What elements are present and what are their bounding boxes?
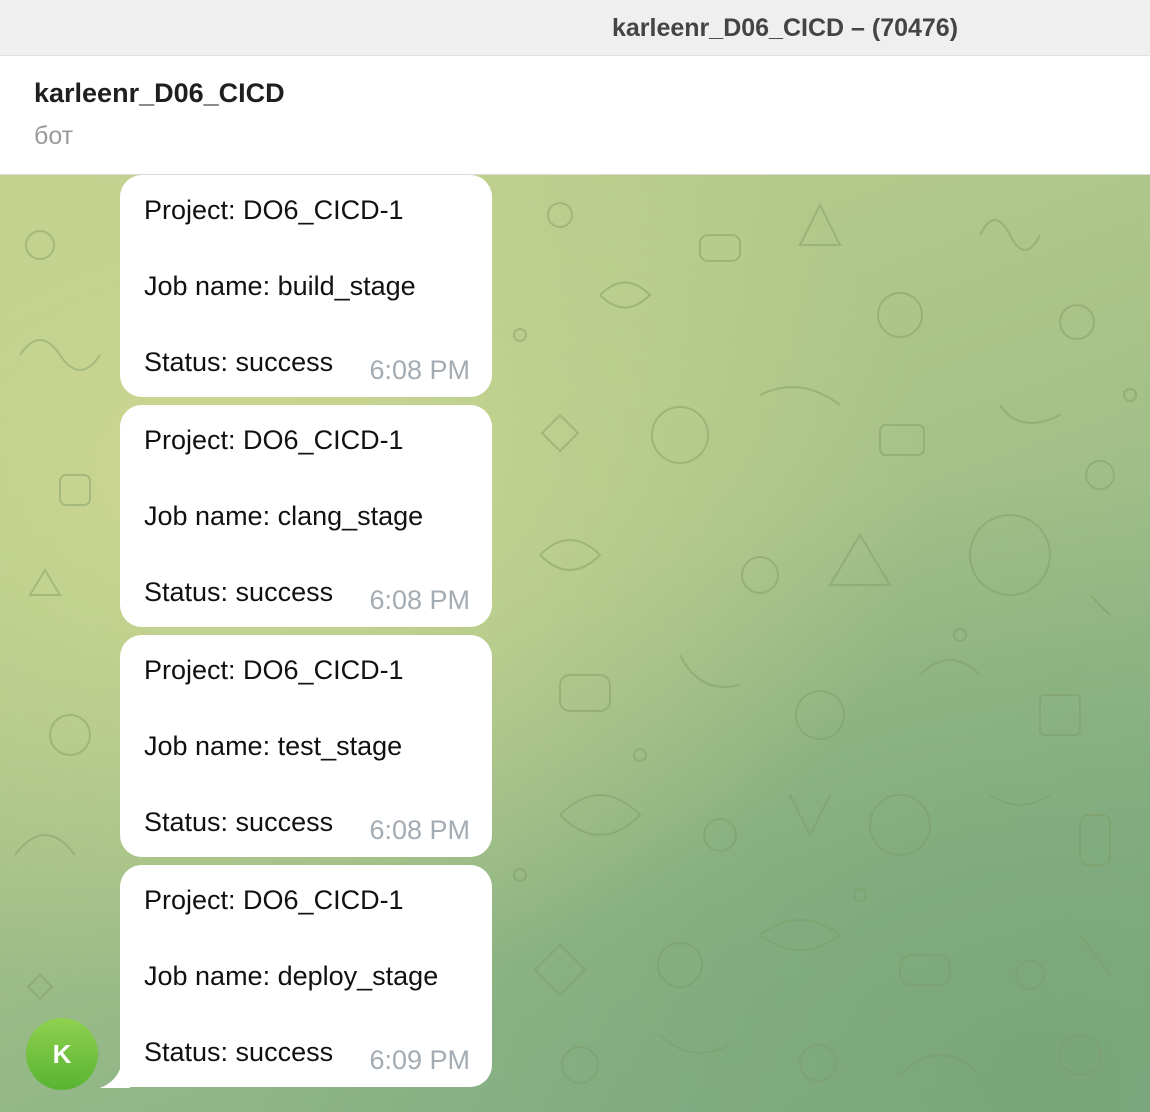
avatar-letter: K [52,1038,72,1069]
message-bubble[interactable]: Project: DO6_CICD-1 Job name: test_stage… [120,635,492,857]
message-project: Project: DO6_CICD-1 [144,885,404,915]
avatar[interactable]: K [26,1018,98,1090]
message-job-name: Job name: test_stage [144,731,403,761]
chat-name[interactable]: karleenr_D06_CICD [34,78,285,109]
message-time: 6:08 PM [369,815,470,845]
message-project: Project: DO6_CICD-1 [144,195,404,225]
message-job-name: Job name: deploy_stage [144,961,439,991]
message-status: Status: success [144,347,334,377]
message-bubble[interactable]: Project: DO6_CICD-1 Job name: deploy_sta… [120,865,492,1087]
message-status: Status: success [144,807,334,837]
message-job-name: Job name: build_stage [144,271,416,301]
message-time: 6:08 PM [369,585,470,615]
message-time: 6:09 PM [369,1045,470,1075]
window-title: karleenr_D06_CICD – (70476) [612,14,959,42]
chat-status: бот [34,122,74,150]
message-bubble[interactable]: Project: DO6_CICD-1 Job name: clang_stag… [120,405,492,627]
message-tail [100,1060,130,1088]
message-status: Status: success [144,1037,334,1067]
message-status: Status: success [144,577,334,607]
message-time: 6:08 PM [369,355,470,385]
chat-header[interactable]: karleenr_D06_CICD бот [0,56,1150,175]
message-project: Project: DO6_CICD-1 [144,425,404,455]
message-bubble[interactable]: Project: DO6_CICD-1 Job name: build_stag… [120,175,492,397]
window-titlebar: karleenr_D06_CICD – (70476) [0,0,1150,56]
message-list[interactable]: Project: DO6_CICD-1 Job name: build_stag… [0,175,1150,1112]
message-job-name: Job name: clang_stage [144,501,424,531]
message-project: Project: DO6_CICD-1 [144,655,404,685]
